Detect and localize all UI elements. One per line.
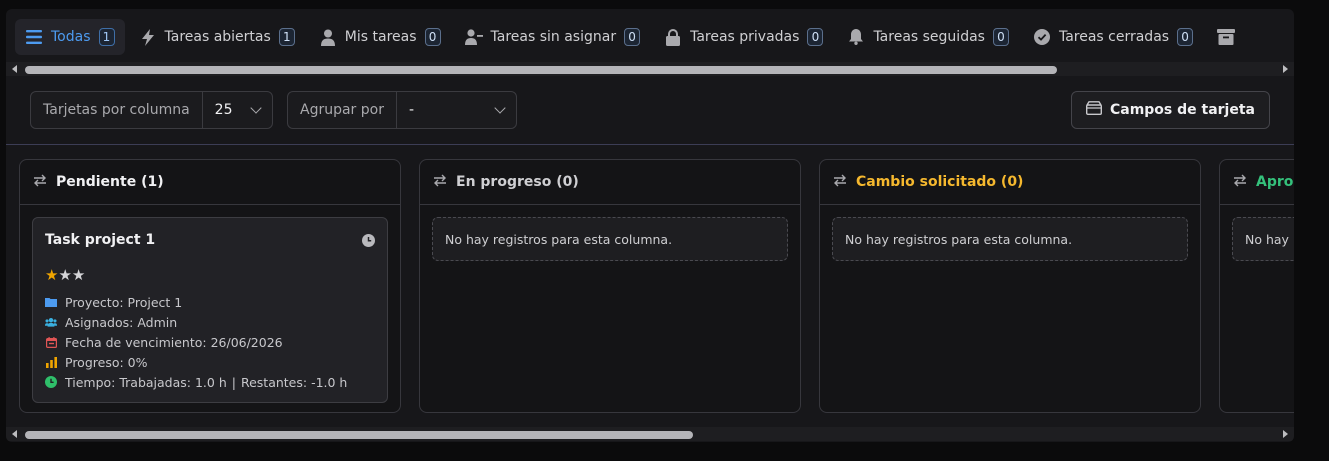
tab-count-badge: 1 (278, 28, 295, 46)
scroll-right-arrow-icon[interactable] (1283, 65, 1288, 73)
tab-tareas-cerradas[interactable]: Tareas cerradas 0 (1023, 19, 1203, 55)
column-header[interactable]: Cambio solicitado (0) (820, 160, 1200, 205)
users-icon (45, 316, 57, 328)
tab-count-badge: 0 (424, 28, 441, 46)
scroll-right-arrow-icon[interactable] (1283, 430, 1288, 438)
rating-stars[interactable]: ★★★ (45, 266, 375, 284)
empty-column-message: No hay re (1232, 217, 1294, 261)
chevron-down-icon (494, 102, 506, 114)
tab-tareas-privadas[interactable]: Tareas privadas 0 (654, 19, 833, 55)
chevron-down-icon (250, 102, 262, 114)
column-title: Cambio solicitado (0) (856, 174, 1024, 190)
column-title: En progreso (0) (456, 174, 579, 190)
bolt-icon (139, 28, 157, 46)
archive-icon (1217, 28, 1236, 46)
archive-box-icon (1085, 101, 1102, 119)
meta-due-date: Fecha de vencimiento: 26/06/2026 (45, 332, 375, 352)
cards-per-column-label: Tarjetas por columna (31, 92, 203, 128)
task-kanban-panel: Todas 1 Tareas abiertas 1 Mis tareas 0 T… (6, 9, 1294, 442)
task-card-title[interactable]: Task project 1 (45, 232, 375, 248)
tabs-scrollbar[interactable] (6, 62, 1294, 76)
tab-count-badge: 0 (992, 28, 1009, 46)
bell-icon (847, 28, 865, 46)
kanban-column-cambio-solicitado: Cambio solicitado (0) No hay registros p… (819, 159, 1201, 413)
folder-icon (45, 296, 57, 308)
lock-icon (664, 28, 682, 46)
tab-label: Tareas seguidas (873, 29, 985, 45)
tab-count-badge: 1 (98, 28, 115, 46)
empty-column-message: No hay registros para esta columna. (832, 217, 1188, 261)
column-title: Pendiente (1) (56, 174, 164, 190)
check-circle-icon (1033, 28, 1051, 46)
star-icon[interactable]: ★ (72, 266, 85, 284)
meta-time: Tiempo: Trabajadas: 1.0 h | Restantes: -… (45, 372, 375, 392)
group-by-value-wrap: - (397, 102, 516, 118)
column-header[interactable]: En progreso (0) (420, 160, 800, 205)
card-fields-label: Campos de tarjeta (1109, 102, 1255, 118)
group-by-select[interactable]: Agrupar por - (287, 91, 517, 129)
group-by-value: - (408, 102, 415, 118)
meta-time-separator: | (231, 374, 236, 390)
column-title: Aprob (1256, 174, 1294, 190)
cards-per-column-select[interactable]: Tarjetas por columna 25 (30, 91, 273, 129)
tab-todas[interactable]: Todas 1 (15, 19, 125, 55)
clock-icon (45, 376, 57, 388)
meta-progress-text: Progreso: 0% (65, 354, 148, 370)
meta-progress: Progreso: 0% (45, 352, 375, 372)
tab-label: Tareas abiertas (164, 29, 271, 45)
tab-label: Tareas sin asignar (490, 29, 617, 45)
swap-arrows-icon (433, 174, 447, 191)
column-header[interactable]: Pendiente (1) (20, 160, 400, 205)
star-icon[interactable]: ★ (45, 266, 58, 284)
task-card-meta: Proyecto: Project 1 Asignados: Admin Fec… (45, 292, 375, 392)
tab-count-badge: 0 (807, 28, 824, 46)
scrollbar-thumb[interactable] (25, 66, 1057, 74)
cards-per-column-value-wrap: 25 (203, 102, 272, 118)
calendar-icon (45, 336, 57, 348)
list-icon (25, 28, 43, 46)
meta-time-worked: Tiempo: Trabajadas: 1.0 h (65, 374, 227, 390)
column-header[interactable]: Aprob (1220, 160, 1294, 205)
tab-tareas-sin-asignar[interactable]: Tareas sin asignar 0 (455, 19, 651, 55)
meta-assignees-text: Asignados: Admin (65, 314, 178, 330)
scroll-left-arrow-icon[interactable] (12, 65, 17, 73)
cards-per-column-value: 25 (214, 102, 233, 118)
swap-arrows-icon (33, 174, 47, 191)
bar-chart-icon (45, 356, 57, 368)
kanban-toolbar: Tarjetas por columna 25 Agrupar por - Ca… (6, 79, 1294, 145)
group-by-label: Agrupar por (288, 92, 397, 128)
tab-label: Mis tareas (344, 29, 417, 45)
meta-assignees: Asignados: Admin (45, 312, 375, 332)
user-icon (319, 28, 337, 46)
kanban-column-en-progreso: En progreso (0) No hay registros para es… (419, 159, 801, 413)
tab-archived[interactable] (1207, 19, 1253, 55)
tab-tareas-seguidas[interactable]: Tareas seguidas 0 (837, 19, 1019, 55)
tab-mis-tareas[interactable]: Mis tareas 0 (309, 19, 451, 55)
meta-project: Proyecto: Project 1 (45, 292, 375, 312)
meta-due-text: Fecha de vencimiento: 26/06/2026 (65, 334, 283, 350)
tab-count-badge: 0 (1177, 28, 1194, 46)
kanban-column-pendiente: Pendiente (1) Task project 1 ★★★ Proyect… (19, 159, 401, 413)
empty-column-message: No hay registros para esta columna. (432, 217, 788, 261)
star-icon[interactable]: ★ (58, 266, 71, 284)
scroll-left-arrow-icon[interactable] (12, 430, 17, 438)
swap-arrows-icon (1233, 174, 1247, 191)
kanban-column-aprobado: Aprob No hay re (1219, 159, 1294, 413)
filter-tabs: Todas 1 Tareas abiertas 1 Mis tareas 0 T… (6, 9, 1294, 65)
board-scrollbar[interactable] (6, 427, 1294, 441)
tab-label: Tareas privadas (690, 29, 800, 45)
tab-count-badge: 0 (624, 28, 641, 46)
task-card[interactable]: Task project 1 ★★★ Proyecto: Project 1 A… (32, 217, 388, 403)
tab-label: Tareas cerradas (1058, 29, 1170, 45)
kanban-board: Pendiente (1) Task project 1 ★★★ Proyect… (6, 157, 1294, 417)
scrollbar-thumb[interactable] (25, 431, 693, 439)
swap-arrows-icon (833, 174, 847, 191)
meta-project-text: Proyecto: Project 1 (65, 294, 183, 310)
tab-label: Todas (51, 29, 91, 45)
clock-icon (362, 232, 375, 251)
user-minus-icon (464, 28, 483, 46)
card-fields-button[interactable]: Campos de tarjeta (1070, 91, 1270, 129)
tab-tareas-abiertas[interactable]: Tareas abiertas 1 (129, 19, 305, 55)
meta-time-left: Restantes: -1.0 h (240, 374, 348, 390)
